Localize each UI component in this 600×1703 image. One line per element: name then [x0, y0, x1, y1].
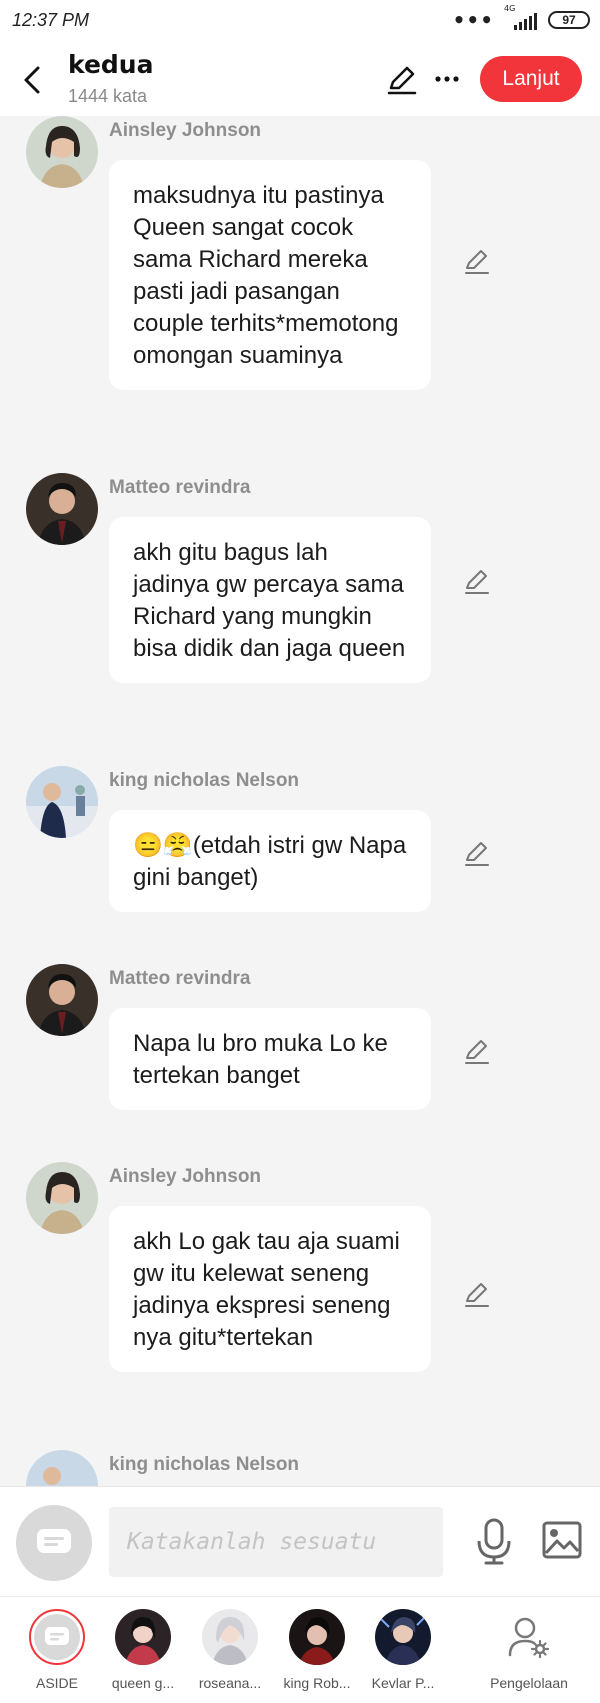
message-feed[interactable]: Ainsley Johnson maksudnya itu pastinya Q…	[0, 116, 600, 1486]
status-bar: 12:37 PM ••• 4G 97	[0, 0, 600, 44]
microphone-icon[interactable]	[474, 1517, 514, 1565]
avatar	[375, 1609, 431, 1665]
avatar[interactable]	[26, 1450, 98, 1486]
status-time: 12:37 PM	[12, 10, 90, 30]
edit-icon[interactable]	[385, 62, 419, 96]
more-notifications-icon: •••	[452, 8, 494, 32]
edit-message-icon[interactable]	[462, 566, 492, 596]
aside-icon	[29, 1609, 85, 1665]
more-options-icon[interactable]	[432, 62, 462, 96]
chat-mode-button[interactable]	[16, 1505, 92, 1581]
compose-bar	[0, 1486, 600, 1596]
page-title: kedua	[68, 50, 154, 79]
avatar	[115, 1609, 171, 1665]
nav-item-aside[interactable]: ASIDE	[12, 1609, 102, 1691]
nav-item-character[interactable]: king Rob...	[272, 1609, 362, 1691]
avatar[interactable]	[26, 473, 98, 545]
nav-label: Pengelolaan	[490, 1675, 568, 1691]
avatar[interactable]	[26, 964, 98, 1036]
sender-name: king nicholas Nelson	[109, 1454, 300, 1475]
avatar[interactable]	[26, 766, 98, 838]
character-bar: ASIDE queen g... roseana... king Rob... …	[0, 1596, 600, 1703]
status-icons: ••• 4G 97	[452, 4, 590, 32]
nav-item-character[interactable]: roseana...	[185, 1609, 275, 1691]
message-bubble[interactable]: 😑😤(etdah istri gw Napa gini banget)	[109, 810, 431, 912]
edit-message-icon[interactable]	[462, 838, 492, 868]
nav-item-management[interactable]: Pengelolaan	[484, 1609, 574, 1691]
nav-label: king Rob...	[283, 1675, 351, 1691]
nav-label: Kevlar P...	[371, 1675, 435, 1691]
sender-name: Matteo revindra	[109, 968, 251, 989]
signal-icon: 4G	[504, 4, 538, 30]
image-icon[interactable]	[542, 1521, 582, 1559]
word-count: 1444 kata	[68, 86, 148, 106]
edit-message-icon[interactable]	[462, 246, 492, 276]
nav-item-character[interactable]: queen g...	[98, 1609, 188, 1691]
message-bubble[interactable]: akh Lo gak tau aja suami gw itu kelewat …	[109, 1206, 431, 1372]
nav-label: queen g...	[111, 1675, 175, 1691]
back-icon[interactable]	[16, 62, 48, 98]
avatar	[289, 1609, 345, 1665]
nav-label: ASIDE	[35, 1675, 78, 1691]
message-bubble[interactable]: akh gitu bagus lah jadinya gw percaya sa…	[109, 517, 431, 683]
edit-message-icon[interactable]	[462, 1036, 492, 1066]
nav-item-character[interactable]: Kevlar P...	[358, 1609, 448, 1691]
continue-button[interactable]: Lanjut	[480, 56, 582, 102]
message-input[interactable]	[109, 1507, 443, 1577]
sender-name: king nicholas Nelson	[109, 770, 300, 791]
header: kedua 1444 kata Lanjut	[0, 44, 600, 116]
avatar[interactable]	[26, 1162, 98, 1234]
avatar	[202, 1609, 258, 1665]
person-settings-icon	[501, 1609, 557, 1665]
nav-label: roseana...	[198, 1675, 262, 1691]
sender-name: Ainsley Johnson	[109, 1166, 262, 1187]
message-bubble[interactable]: Napa lu bro muka Lo ke tertekan banget	[109, 1008, 431, 1110]
battery-icon: 97	[548, 11, 590, 29]
network-type: 4G	[504, 4, 516, 13]
sender-name: Ainsley Johnson	[109, 120, 262, 141]
sender-name: Matteo revindra	[109, 477, 251, 498]
edit-message-icon[interactable]	[462, 1279, 492, 1309]
message-bubble[interactable]: maksudnya itu pastinya Queen sangat coco…	[109, 160, 431, 390]
avatar[interactable]	[26, 116, 98, 188]
